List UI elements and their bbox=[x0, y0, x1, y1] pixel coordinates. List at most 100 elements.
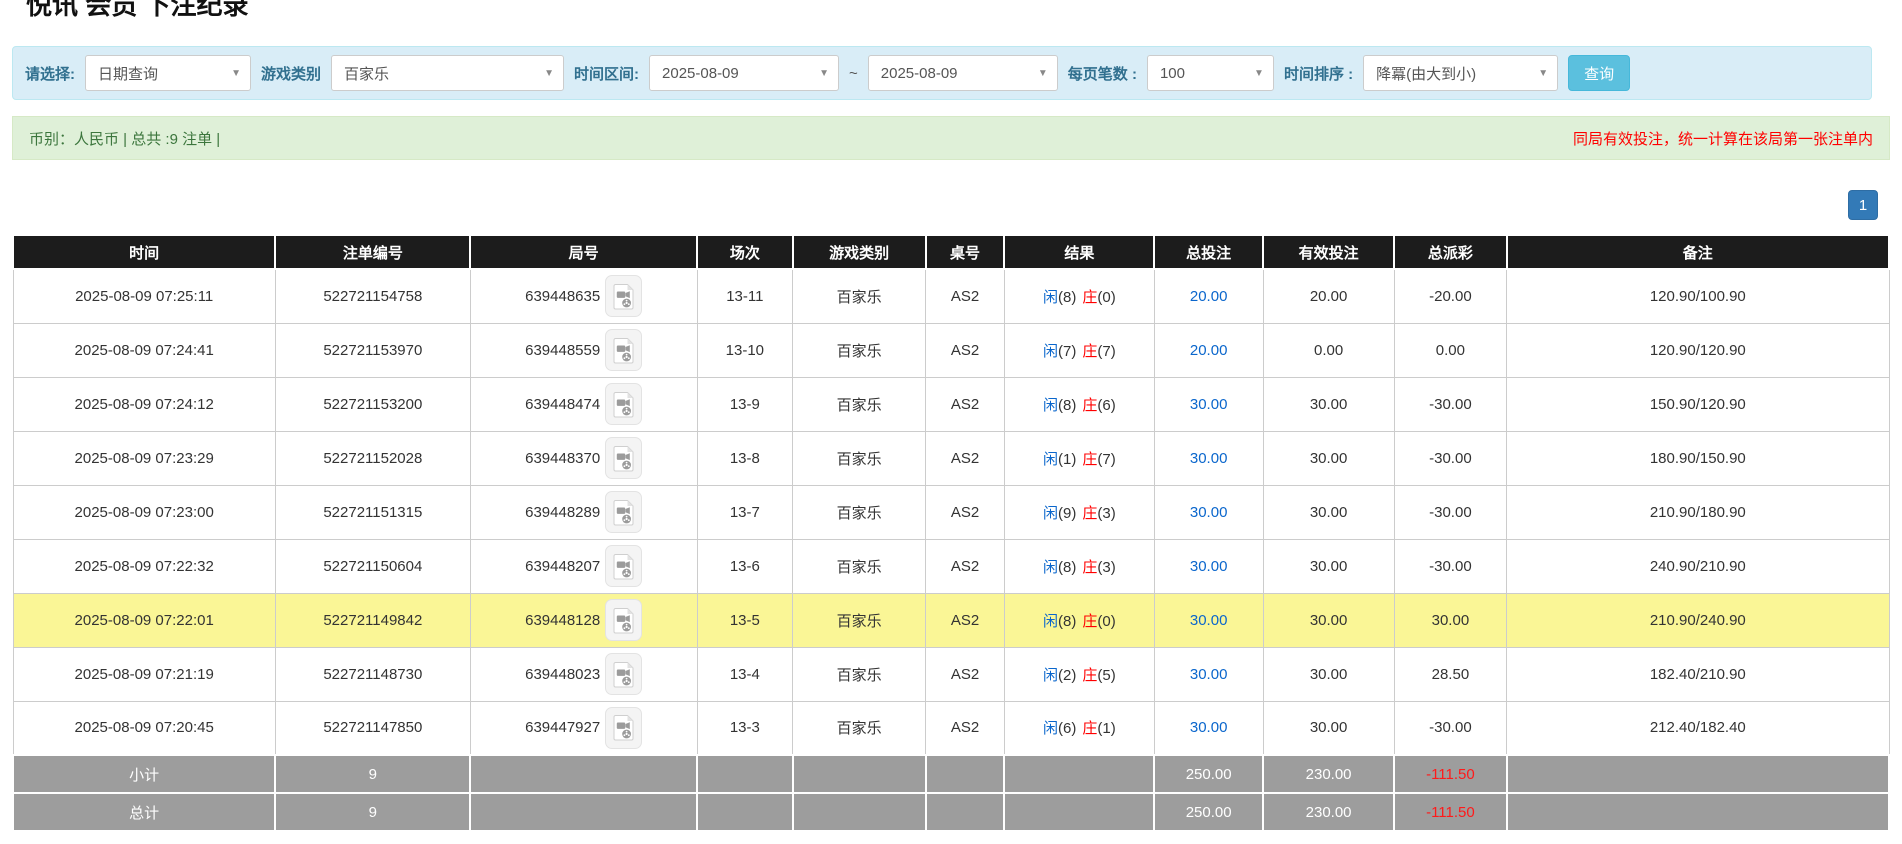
result-banker-value: (0) bbox=[1097, 289, 1115, 306]
summary-empty-result bbox=[1004, 793, 1154, 831]
round-wrap: 639448128 bbox=[525, 599, 642, 641]
cell-table-no: AS2 bbox=[926, 485, 1005, 539]
total-bet-link[interactable]: 30.00 bbox=[1190, 612, 1228, 629]
cell-round: 639448207 bbox=[470, 539, 697, 593]
date-to-select[interactable]: 2025-08-09 ▼ bbox=[868, 55, 1058, 91]
cell-bet-id: 522721154758 bbox=[275, 269, 470, 323]
cell-round: 639447927 bbox=[470, 701, 697, 755]
cell-table-no: AS2 bbox=[926, 539, 1005, 593]
total-bet-link[interactable]: 20.00 bbox=[1190, 342, 1228, 359]
page-button-1[interactable]: 1 bbox=[1848, 190, 1878, 220]
cell-time: 2025-08-09 07:24:12 bbox=[13, 377, 275, 431]
time-sort-select[interactable]: 降冪(由大到小) ▼ bbox=[1363, 55, 1558, 91]
video-replay-icon bbox=[613, 714, 635, 741]
result-banker-label: 庄 bbox=[1082, 397, 1097, 414]
video-replay-icon bbox=[613, 607, 635, 634]
cell-table-no: AS2 bbox=[926, 647, 1005, 701]
result-player-value: (8) bbox=[1058, 613, 1076, 630]
cell-result: 闲(1)庄(7) bbox=[1004, 431, 1154, 485]
cell-time: 2025-08-09 07:20:45 bbox=[13, 701, 275, 755]
cell-game-type: 百家乐 bbox=[793, 701, 926, 755]
result-player-value: (8) bbox=[1058, 289, 1076, 306]
result-player-label: 闲 bbox=[1043, 505, 1058, 522]
game-type-value: 百家乐 bbox=[344, 63, 389, 84]
total-bet-link[interactable]: 30.00 bbox=[1190, 558, 1228, 575]
summary-empty-round bbox=[470, 793, 697, 831]
summary-total-bet: 250.00 bbox=[1154, 755, 1263, 793]
search-button[interactable]: 查询 bbox=[1568, 55, 1630, 91]
game-type-select[interactable]: 百家乐 ▼ bbox=[331, 55, 564, 91]
summary-row: 总计 9 250.00 230.00 -111.50 bbox=[13, 793, 1889, 831]
query-mode-value: 日期查询 bbox=[98, 63, 158, 84]
cell-remark: 180.90/150.90 bbox=[1507, 431, 1889, 485]
round-number: 639448370 bbox=[525, 450, 600, 467]
result-banker-label: 庄 bbox=[1082, 343, 1097, 360]
video-replay-button[interactable] bbox=[605, 653, 642, 695]
summary-total-bet: 250.00 bbox=[1154, 793, 1263, 831]
cell-session: 13-10 bbox=[697, 323, 793, 377]
result-banker-value: (1) bbox=[1097, 720, 1115, 737]
cell-round: 639448289 bbox=[470, 485, 697, 539]
video-replay-button[interactable] bbox=[605, 545, 642, 587]
total-bet-link[interactable]: 30.00 bbox=[1190, 719, 1228, 736]
chevron-down-icon: ▼ bbox=[231, 68, 241, 79]
cell-game-type: 百家乐 bbox=[793, 485, 926, 539]
result-banker-label: 庄 bbox=[1082, 613, 1097, 630]
summary-empty-game bbox=[793, 793, 926, 831]
cell-round: 639448474 bbox=[470, 377, 697, 431]
query-mode-select[interactable]: 日期查询 ▼ bbox=[85, 55, 251, 91]
chevron-down-icon: ▼ bbox=[544, 68, 554, 79]
column-header: 桌号 bbox=[926, 235, 1005, 269]
cell-remark: 120.90/120.90 bbox=[1507, 323, 1889, 377]
table-row: 2025-08-09 07:22:01 522721149842 6394481… bbox=[13, 593, 1889, 647]
round-number: 639448635 bbox=[525, 288, 600, 305]
cell-time: 2025-08-09 07:22:32 bbox=[13, 539, 275, 593]
chevron-down-icon: ▼ bbox=[1538, 68, 1548, 79]
video-replay-icon bbox=[613, 445, 635, 472]
cell-payout: -20.00 bbox=[1394, 269, 1506, 323]
video-replay-button[interactable] bbox=[605, 275, 642, 317]
video-replay-button[interactable] bbox=[605, 383, 642, 425]
cell-remark: 150.90/120.90 bbox=[1507, 377, 1889, 431]
video-replay-button[interactable] bbox=[605, 599, 642, 641]
round-wrap: 639448635 bbox=[525, 275, 642, 317]
cell-result: 闲(8)庄(0) bbox=[1004, 593, 1154, 647]
cell-result: 闲(9)庄(3) bbox=[1004, 485, 1154, 539]
cell-valid-bet: 30.00 bbox=[1263, 701, 1394, 755]
result-banker-value: (3) bbox=[1097, 505, 1115, 522]
query-mode-label: 请选择: bbox=[25, 63, 75, 84]
video-replay-icon bbox=[613, 499, 635, 526]
result-banker-value: (7) bbox=[1097, 451, 1115, 468]
round-wrap: 639447927 bbox=[525, 707, 642, 749]
page-size-select[interactable]: 100 ▼ bbox=[1147, 55, 1274, 91]
cell-total-bet: 30.00 bbox=[1154, 539, 1263, 593]
total-bet-link[interactable]: 20.00 bbox=[1190, 288, 1228, 305]
summary-count: 9 bbox=[275, 793, 470, 831]
result-banker-label: 庄 bbox=[1082, 289, 1097, 306]
video-replay-button[interactable] bbox=[605, 707, 642, 749]
total-bet-link[interactable]: 30.00 bbox=[1190, 396, 1228, 413]
cell-valid-bet: 30.00 bbox=[1263, 485, 1394, 539]
cell-game-type: 百家乐 bbox=[793, 269, 926, 323]
total-bet-link[interactable]: 30.00 bbox=[1190, 450, 1228, 467]
video-replay-button[interactable] bbox=[605, 437, 642, 479]
result-player-value: (2) bbox=[1058, 667, 1076, 684]
filter-bar: 请选择: 日期查询 ▼ 游戏类别 百家乐 ▼ 时间区间: 2025-08-09 … bbox=[12, 46, 1872, 100]
total-bet-link[interactable]: 30.00 bbox=[1190, 666, 1228, 683]
cell-payout: -30.00 bbox=[1394, 377, 1506, 431]
cell-payout: -30.00 bbox=[1394, 485, 1506, 539]
cell-total-bet: 20.00 bbox=[1154, 269, 1263, 323]
cell-total-bet: 30.00 bbox=[1154, 431, 1263, 485]
video-replay-button[interactable] bbox=[605, 491, 642, 533]
result-player-label: 闲 bbox=[1043, 667, 1058, 684]
cell-result: 闲(2)庄(5) bbox=[1004, 647, 1154, 701]
cell-round: 639448635 bbox=[470, 269, 697, 323]
cell-round: 639448128 bbox=[470, 593, 697, 647]
column-header: 有效投注 bbox=[1263, 235, 1394, 269]
video-replay-button[interactable] bbox=[605, 329, 642, 371]
cell-valid-bet: 30.00 bbox=[1263, 377, 1394, 431]
date-from-select[interactable]: 2025-08-09 ▼ bbox=[649, 55, 839, 91]
total-bet-link[interactable]: 30.00 bbox=[1190, 504, 1228, 521]
summary-empty-remark bbox=[1507, 793, 1889, 831]
result-banker-value: (5) bbox=[1097, 667, 1115, 684]
